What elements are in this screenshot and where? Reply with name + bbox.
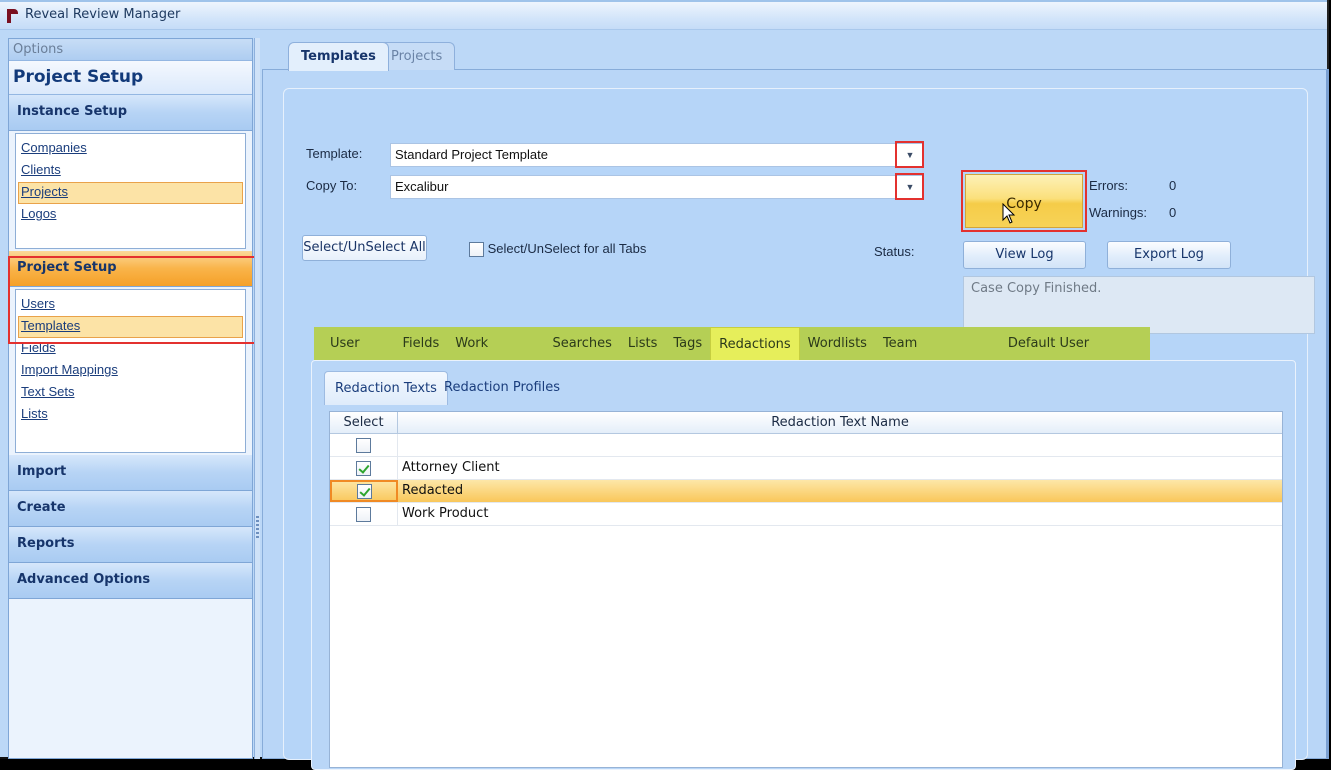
sidebar-item-import-mappings[interactable]: Import Mappings	[18, 360, 243, 382]
group-project-setup[interactable]: Project Setup	[9, 251, 252, 287]
table-row[interactable]	[330, 434, 1282, 457]
tab-projects[interactable]: Projects	[378, 42, 456, 70]
templates-panel: Template: Standard Project Template ▼ Co…	[262, 69, 1329, 770]
sidebar-splitter[interactable]	[254, 38, 260, 759]
select-all-tabs-checkbox[interactable]	[469, 242, 484, 258]
select-all-tabs-option[interactable]: Select/UnSelect for all Tabs	[469, 241, 647, 258]
status-text: Case Copy Finished.	[963, 276, 1315, 334]
tab-tags[interactable]: Tags	[665, 327, 710, 360]
tab-fields[interactable]: Fields	[394, 327, 447, 360]
app-title: Reveal Review Manager	[25, 7, 181, 22]
sidebar-title: Project Setup	[9, 61, 252, 95]
sidebar-item-fields[interactable]: Fields	[18, 338, 243, 360]
copy-panel: Template: Standard Project Template ▼ Co…	[283, 88, 1315, 770]
warnings-count: 0	[1169, 205, 1177, 220]
export-log-button[interactable]: Export Log	[1107, 241, 1231, 269]
view-log-button[interactable]: View Log	[963, 241, 1086, 269]
mouse-cursor-icon	[1002, 203, 1016, 224]
sidebar: Options Project Setup Instance Setup Com…	[8, 38, 253, 759]
group-advanced-options[interactable]: Advanced Options	[9, 563, 252, 599]
warnings-label: Warnings:	[1089, 205, 1148, 220]
copy-to-combo[interactable]: Excalibur ▼	[390, 175, 923, 199]
select-unselect-all-button[interactable]: Select/UnSelect All	[302, 235, 427, 261]
row-checkbox[interactable]	[356, 483, 372, 499]
tab-work-folders[interactable]: Work Folders	[447, 327, 544, 384]
tab-team-documents[interactable]: Team Documents	[875, 327, 1000, 384]
redactions-tab-content: Redaction Texts Redaction Profiles Selec…	[311, 360, 1296, 770]
column-header-name[interactable]: Redaction Text Name	[398, 412, 1282, 433]
splitter-grip-icon	[256, 516, 259, 538]
column-header-select[interactable]: Select	[330, 412, 398, 433]
section-tab-strip: User Info Fields Work Folders Searches L…	[314, 327, 1150, 384]
group-import[interactable]: Import	[9, 455, 252, 491]
tab-wordlists[interactable]: Wordlists	[800, 327, 875, 360]
grid-header: Select Redaction Text Name	[330, 412, 1282, 434]
select-all-tabs-label: Select/UnSelect for all Tabs	[487, 241, 647, 256]
tab-user-info[interactable]: User Info	[322, 327, 394, 384]
tab-lists[interactable]: Lists	[620, 327, 666, 360]
table-row[interactable]: Attorney Client	[330, 457, 1282, 480]
tab-default-user-settings[interactable]: Default User Settings	[1000, 327, 1150, 384]
copy-to-label: Copy To:	[306, 178, 358, 193]
tab-redactions[interactable]: Redactions	[710, 327, 800, 361]
table-row-selected[interactable]: Redacted	[330, 480, 1282, 503]
sidebar-item-users[interactable]: Users	[18, 294, 243, 316]
copy-button[interactable]: Copy	[965, 174, 1083, 228]
row-checkbox[interactable]	[356, 437, 371, 453]
app-window: Reveal Review Manager Options Project Se…	[0, 0, 1329, 770]
template-combo[interactable]: Standard Project Template ▼	[390, 143, 923, 167]
subtab-redaction-texts[interactable]: Redaction Texts	[324, 371, 448, 405]
redaction-texts-grid: Select Redaction Text Name Attorney Clie…	[329, 411, 1283, 768]
subtab-redaction-profiles[interactable]: Redaction Profiles	[434, 371, 570, 405]
sidebar-item-text-sets[interactable]: Text Sets	[18, 382, 243, 404]
sidebar-item-companies[interactable]: Companies	[18, 138, 243, 160]
status-label: Status:	[874, 244, 915, 259]
copy-to-dropdown-icon[interactable]: ▼	[900, 177, 920, 197]
row-name: Work Product	[402, 506, 489, 521]
row-checkbox[interactable]	[356, 506, 371, 522]
group-instance-setup[interactable]: Instance Setup	[9, 95, 252, 131]
sidebar-item-lists[interactable]: Lists	[18, 404, 243, 426]
row-checkbox[interactable]	[356, 460, 371, 476]
copy-to-value: Excalibur	[395, 179, 449, 194]
template-value: Standard Project Template	[395, 147, 548, 162]
sidebar-item-logos[interactable]: Logos	[18, 204, 243, 226]
group-create[interactable]: Create	[9, 491, 252, 527]
row-name: Redacted	[402, 483, 464, 498]
errors-label: Errors:	[1089, 178, 1128, 193]
sidebar-item-templates[interactable]: Templates	[18, 316, 243, 338]
reveal-logo-icon	[7, 9, 18, 23]
options-header: Options	[9, 39, 252, 61]
project-setup-list: Users Templates Fields Import Mappings T…	[15, 289, 246, 453]
main-area: Template: Standard Project Template ▼ Co…	[262, 38, 1329, 770]
template-dropdown-icon[interactable]: ▼	[900, 145, 920, 165]
row-name	[398, 434, 1282, 456]
row-name: Attorney Client	[402, 460, 500, 475]
sidebar-item-projects[interactable]: Projects	[18, 182, 243, 204]
table-row[interactable]: Work Product	[330, 503, 1282, 526]
title-bar: Reveal Review Manager	[0, 0, 1327, 30]
instance-setup-list: Companies Clients Projects Logos	[15, 133, 246, 249]
tab-searches[interactable]: Searches	[544, 327, 619, 360]
tab-templates[interactable]: Templates	[288, 42, 389, 71]
errors-count: 0	[1169, 178, 1177, 193]
group-reports[interactable]: Reports	[9, 527, 252, 563]
template-label: Template:	[306, 146, 363, 161]
sidebar-item-clients[interactable]: Clients	[18, 160, 243, 182]
